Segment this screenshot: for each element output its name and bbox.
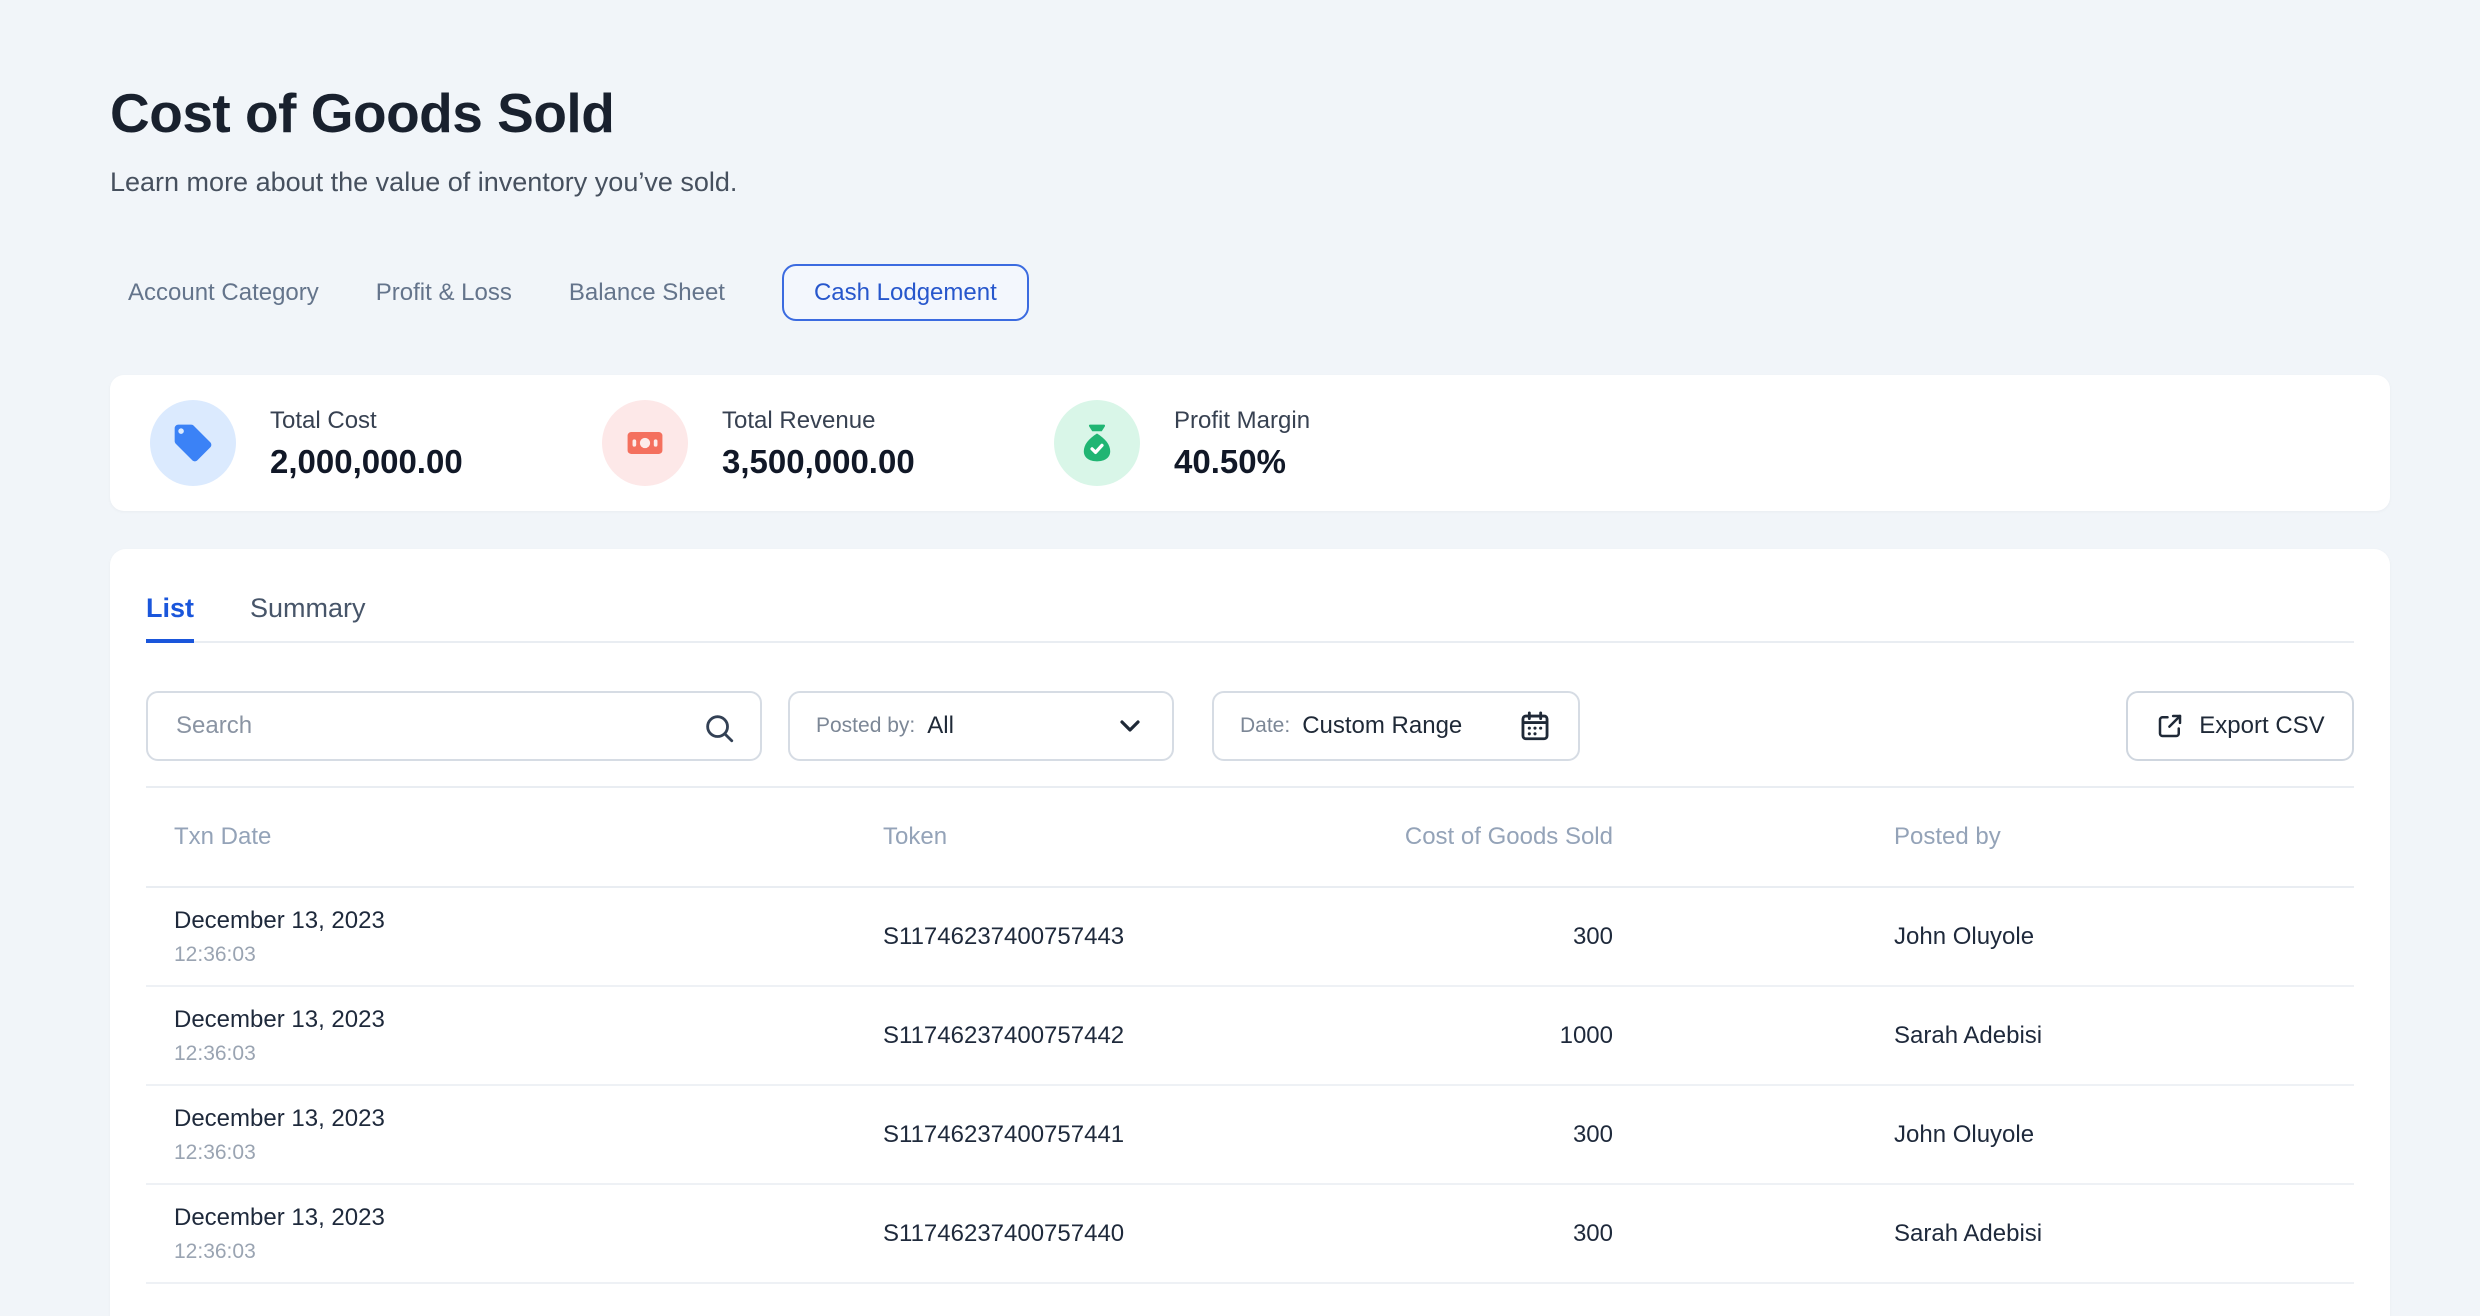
- stat-total-cost: Total Cost 2,000,000.00: [150, 400, 602, 486]
- page-title: Cost of Goods Sold: [110, 86, 2390, 141]
- stat-text: Total Cost 2,000,000.00: [270, 409, 463, 478]
- col-header-txn-date: Txn Date: [174, 825, 883, 849]
- col-header-token: Token: [883, 825, 1392, 849]
- txn-date: December 13, 2023: [174, 1206, 883, 1230]
- cell-token: S11746237400757441: [883, 1123, 1392, 1147]
- tab-cash-lodgement[interactable]: Cash Lodgement: [782, 264, 1029, 321]
- search-box: [146, 691, 762, 761]
- txn-date: December 13, 2023: [174, 909, 883, 933]
- stat-profit-margin: Profit Margin 40.50%: [1054, 400, 1506, 486]
- cell-token: S11746237400757442: [883, 1024, 1392, 1048]
- cell-token: S11746237400757443: [883, 925, 1392, 949]
- report-tabs: Account Category Profit & Loss Balance S…: [110, 264, 2390, 321]
- stat-label: Profit Margin: [1174, 409, 1310, 433]
- posted-by-label: Posted by:: [816, 714, 915, 738]
- view-tabs: List Summary: [146, 549, 2354, 643]
- stats-card: Total Cost 2,000,000.00 Total Revenue 3,…: [110, 375, 2390, 511]
- search-icon: [702, 711, 736, 745]
- export-csv-label: Export CSV: [2199, 712, 2324, 740]
- stat-total-revenue: Total Revenue 3,500,000.00: [602, 400, 1054, 486]
- cell-txn-date: December 13, 2023 12:36:03: [174, 909, 883, 965]
- stat-text: Profit Margin 40.50%: [1174, 409, 1310, 478]
- col-header-cost: Cost of Goods Sold: [1392, 825, 1613, 849]
- page-subtitle: Learn more about the value of inventory …: [110, 169, 2390, 196]
- txn-date: December 13, 2023: [174, 1008, 883, 1032]
- cell-posted-by: Sarah Adebisi: [1613, 1222, 2354, 1246]
- cell-posted-by: Sarah Adebisi: [1613, 1024, 2354, 1048]
- stat-label: Total Cost: [270, 409, 463, 433]
- main-card: List Summary Posted by: All Date:: [110, 549, 2390, 1316]
- page-header: Cost of Goods Sold Learn more about the …: [110, 0, 2390, 196]
- stat-text: Total Revenue 3,500,000.00: [722, 409, 915, 478]
- chevron-down-icon: [1114, 710, 1146, 742]
- txn-date: December 13, 2023: [174, 1107, 883, 1131]
- date-label: Date:: [1240, 714, 1290, 738]
- table-header-row: Txn Date Token Cost of Goods Sold Posted…: [146, 788, 2354, 888]
- cell-txn-date: December 13, 2023 12:36:03: [174, 1008, 883, 1064]
- cell-txn-date: December 13, 2023 12:36:03: [174, 1206, 883, 1262]
- cell-cost: 1000: [1392, 1024, 1613, 1048]
- txn-time: 12:36:03: [174, 1142, 883, 1163]
- stat-value: 2,000,000.00: [270, 445, 463, 478]
- table-row[interactable]: December 13, 2023 12:36:03 S117462374007…: [146, 1185, 2354, 1284]
- txn-time: 12:36:03: [174, 1241, 883, 1262]
- table-row[interactable]: December 13, 2023: [146, 1284, 2354, 1316]
- posted-by-value: All: [927, 712, 954, 740]
- tab-list[interactable]: List: [146, 595, 194, 643]
- txn-time: 12:36:03: [174, 944, 883, 965]
- page-content: Cost of Goods Sold Learn more about the …: [110, 0, 2390, 1316]
- col-header-posted-by: Posted by: [1613, 825, 2354, 849]
- table-row[interactable]: December 13, 2023 12:36:03 S117462374007…: [146, 888, 2354, 987]
- cell-cost: 300: [1392, 1123, 1613, 1147]
- cell-cost: 300: [1392, 1222, 1613, 1246]
- date-range-select[interactable]: Date: Custom Range: [1212, 691, 1580, 761]
- txn-time: 12:36:03: [174, 1043, 883, 1064]
- tab-summary[interactable]: Summary: [250, 595, 366, 641]
- posted-by-select[interactable]: Posted by: All: [788, 691, 1174, 761]
- export-icon: [2155, 711, 2185, 741]
- cell-txn-date: December 13, 2023 12:36:03: [174, 1107, 883, 1163]
- table-row[interactable]: December 13, 2023 12:36:03 S117462374007…: [146, 987, 2354, 1086]
- table-row[interactable]: December 13, 2023 12:36:03 S117462374007…: [146, 1086, 2354, 1185]
- cell-posted-by: John Oluyole: [1613, 925, 2354, 949]
- tag-icon: [150, 400, 236, 486]
- tab-balance-sheet[interactable]: Balance Sheet: [569, 281, 725, 305]
- search-input[interactable]: [148, 693, 760, 759]
- tab-profit-and-loss[interactable]: Profit & Loss: [376, 281, 512, 305]
- cell-cost: 300: [1392, 925, 1613, 949]
- cell-token: S11746237400757440: [883, 1222, 1392, 1246]
- money-bag-icon: [1054, 400, 1140, 486]
- cell-posted-by: John Oluyole: [1613, 1123, 2354, 1147]
- stat-label: Total Revenue: [722, 409, 915, 433]
- date-value: Custom Range: [1302, 712, 1462, 740]
- stat-value: 3,500,000.00: [722, 445, 915, 478]
- calendar-icon: [1518, 709, 1552, 743]
- tab-account-category[interactable]: Account Category: [128, 281, 319, 305]
- stat-value: 40.50%: [1174, 445, 1310, 478]
- cash-icon: [602, 400, 688, 486]
- export-csv-button[interactable]: Export CSV: [2126, 691, 2354, 761]
- filter-bar: Posted by: All Date: Custom Range: [146, 691, 2354, 761]
